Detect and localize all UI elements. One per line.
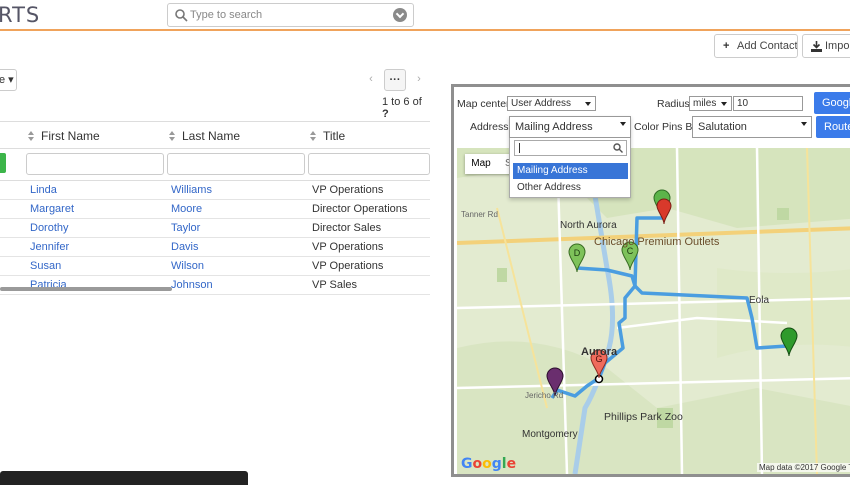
add-contact-label: Add Contact	[737, 40, 798, 52]
map-label-eola: Eola	[749, 295, 770, 306]
help-icon[interactable]: ?	[382, 108, 389, 120]
map-label-north-aurora: North Aurora	[560, 220, 617, 231]
column-header-title[interactable]: Title	[309, 129, 345, 143]
top-bar: RTS Type to search	[0, 0, 850, 31]
pager-more-button[interactable]: ···	[384, 69, 406, 91]
filter-row	[0, 150, 430, 180]
filter-apply-button[interactable]	[0, 153, 6, 173]
record-count: 1 to 6 of ?	[382, 96, 430, 120]
filter-title-input[interactable]	[308, 153, 430, 175]
last-name-link[interactable]: Davis	[171, 241, 199, 253]
radius-unit-select[interactable]: miles	[689, 96, 732, 111]
last-name-link[interactable]: Wilson	[171, 260, 204, 272]
filter-last-name-input[interactable]	[167, 153, 305, 175]
pager: ‹ ··· ›	[360, 69, 430, 91]
pager-prev-button[interactable]: ‹	[360, 69, 382, 91]
last-name-link[interactable]: Johnson	[171, 279, 213, 291]
color-pins-select[interactable]: Salutation	[692, 116, 812, 138]
address-dropdown-current[interactable]: Mailing Address	[509, 116, 631, 138]
last-name-link[interactable]: Taylor	[171, 222, 200, 234]
import-button[interactable]: Import	[802, 34, 850, 58]
radius-input[interactable]: 10	[733, 96, 803, 111]
search-placeholder: Type to search	[190, 9, 263, 21]
address-label: Address:	[470, 121, 512, 133]
pager-next-button[interactable]: ›	[408, 69, 430, 91]
table-row[interactable]: Susan Wilson VP Operations	[0, 257, 430, 276]
grid-header: First Name Last Name Title	[0, 121, 430, 149]
plus-icon: +	[723, 40, 730, 52]
sort-icon	[27, 131, 35, 141]
import-label: Import	[825, 40, 850, 52]
table-row[interactable]: Margaret Moore Director Operations	[0, 200, 430, 219]
map-label-phillips-park: Phillips Park Zoo	[604, 411, 683, 423]
google-button[interactable]: Google	[814, 92, 850, 114]
download-icon	[811, 41, 822, 55]
view-select[interactable]: e ▾	[0, 69, 17, 91]
last-name-link[interactable]: Moore	[171, 203, 202, 215]
map-panel: Map center: User Address Radius: miles 1…	[451, 84, 850, 477]
dropdown-option-other[interactable]: Other Address	[513, 180, 628, 196]
google-logo: Google	[461, 456, 517, 472]
column-header-last-name[interactable]: Last Name	[168, 129, 240, 143]
title-cell: Director Operations	[312, 203, 408, 215]
map-center-select[interactable]: User Address	[507, 96, 596, 111]
sort-icon	[168, 131, 176, 141]
grid-rows: Linda Williams VP Operations Margaret Moore…	[0, 180, 430, 295]
brand-logo[interactable]: RTS	[0, 3, 40, 27]
chevron-down-icon[interactable]	[393, 8, 407, 22]
table-row[interactable]: Linda Williams VP Operations	[0, 181, 430, 200]
map-label-aurora: Aurora	[581, 346, 618, 358]
title-cell: Director Sales	[312, 222, 382, 234]
map-label-tanner-rd: Tanner Rd	[461, 210, 498, 219]
last-name-link[interactable]: Williams	[171, 184, 212, 196]
global-search[interactable]: Type to search	[167, 3, 414, 27]
first-name-link[interactable]: Jennifer	[30, 241, 69, 253]
map-center-label: Map center:	[457, 98, 513, 110]
color-pins-label: Color Pins By:	[634, 121, 701, 133]
bottom-panel-bar	[0, 471, 248, 485]
table-row[interactable]: Patricia Johnson VP Sales	[0, 276, 430, 295]
first-name-link[interactable]: Dorothy	[30, 222, 69, 234]
map-attribution: Map data ©2017 Google Ter	[757, 463, 850, 472]
first-name-link[interactable]: Susan	[30, 260, 61, 272]
svg-text:D: D	[574, 248, 581, 258]
action-bar: + Add Contact Import	[0, 31, 850, 59]
add-contact-button[interactable]: + Add Contact	[714, 34, 798, 58]
filter-first-name-input[interactable]	[26, 153, 164, 175]
map-label-chicago-premium: Chicago Premium Outlets	[594, 236, 720, 248]
table-row[interactable]: Dorothy Taylor Director Sales	[0, 219, 430, 238]
list-toolbar: e ▾ ‹ ··· › 1 to 6 of ?	[0, 69, 430, 120]
route-button[interactable]: Route	[816, 116, 850, 138]
dropdown-option-mailing[interactable]: Mailing Address	[513, 163, 628, 179]
title-cell: VP Operations	[312, 241, 384, 253]
title-cell: VP Sales	[312, 279, 358, 291]
search-icon	[613, 143, 623, 153]
radius-label: Radius:	[657, 98, 693, 110]
address-dropdown: Mailing Address Mailing Address Other Ad…	[509, 116, 631, 198]
first-name-link[interactable]: Margaret	[30, 203, 74, 215]
table-row[interactable]: Jennifer Davis VP Operations	[0, 238, 430, 257]
sort-icon	[309, 131, 317, 141]
title-cell: VP Operations	[312, 260, 384, 272]
map-label-montgomery: Montgomery	[522, 429, 578, 440]
map-type-map-button[interactable]: Map	[465, 154, 497, 174]
dropdown-search-input[interactable]	[514, 140, 627, 156]
record-count-text: 1 to 6 of	[382, 96, 422, 108]
title-cell: VP Operations	[312, 184, 384, 196]
column-header-first-name[interactable]: First Name	[27, 129, 100, 143]
search-icon	[175, 9, 188, 22]
first-name-link[interactable]: Linda	[30, 184, 57, 196]
map-label-jericho-rd: Jericho Rd	[525, 391, 564, 400]
horizontal-scrollbar[interactable]	[0, 287, 172, 291]
